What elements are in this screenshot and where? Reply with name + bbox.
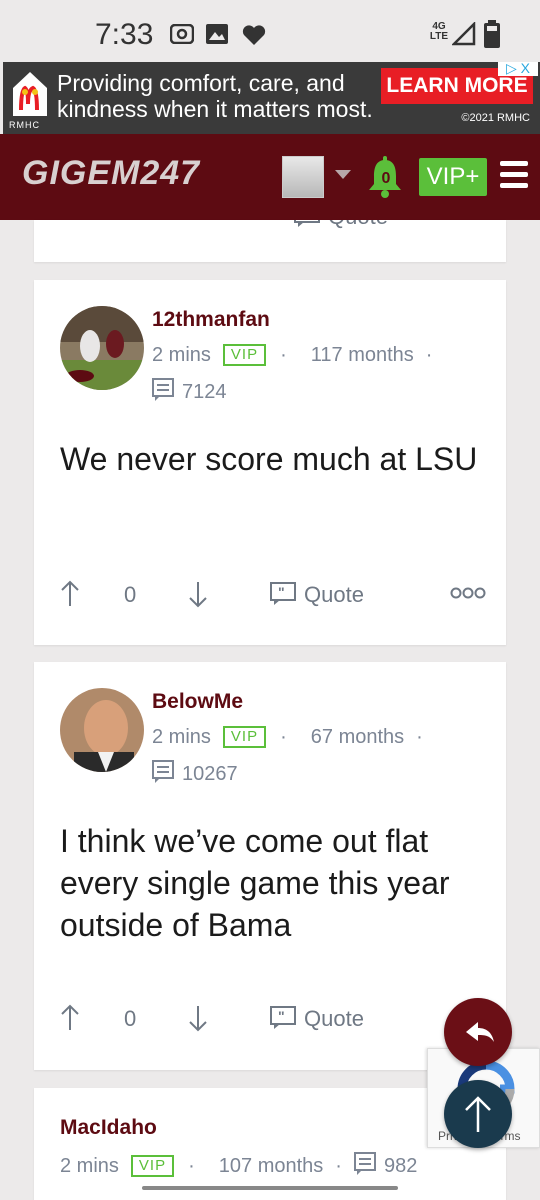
image-icon <box>206 24 228 44</box>
upvote-icon[interactable] <box>60 1004 80 1032</box>
username[interactable]: 12thmanfan <box>152 308 270 332</box>
heart-icon <box>242 25 266 45</box>
upvote-icon[interactable] <box>60 580 80 608</box>
signal-icon <box>452 22 476 46</box>
quote-button[interactable]: Quote <box>294 220 388 230</box>
battery-icon <box>484 20 500 48</box>
rmhc-logo <box>13 72 47 116</box>
member-tenure: 67 months <box>310 726 405 748</box>
post-count: 982 <box>383 1155 418 1177</box>
username[interactable]: MacIdaho <box>60 1116 157 1140</box>
advertisement-banner[interactable]: RMHC Providing comfort, care, and kindne… <box>3 60 540 134</box>
scroll-to-top-button[interactable] <box>444 1080 512 1148</box>
vip-badge: VIP <box>130 1155 175 1177</box>
username[interactable]: BelowMe <box>152 690 243 714</box>
quote-icon: " <box>270 1006 296 1029</box>
comment-icon <box>353 1152 376 1175</box>
site-logo[interactable]: GIGEM247 <box>22 154 200 193</box>
post-count: 7124 <box>152 378 227 404</box>
quote-button[interactable]: " Quote <box>270 1006 364 1032</box>
member-tenure: 107 months <box>218 1155 324 1177</box>
svg-text:": " <box>278 584 285 600</box>
arrow-up-icon <box>465 1096 491 1132</box>
vote-count: 0 <box>124 582 137 607</box>
post-body: We never score much at LSU <box>60 441 478 477</box>
status-bar: 7:33 4G LTE <box>0 0 540 62</box>
post-count: 10267 <box>152 760 238 786</box>
quote-icon <box>294 220 320 227</box>
gesture-bar[interactable] <box>142 1186 398 1190</box>
status-time: 7:33 <box>95 18 154 51</box>
post-meta: 2 mins VIP · 107 months · 982 <box>60 1152 417 1178</box>
post-actions: 0 " Quote <box>60 1004 490 1034</box>
downvote-icon[interactable] <box>188 580 208 608</box>
post-card: 12thmanfan 2 mins VIP · 117 months · 7124 We… <box>34 280 506 645</box>
radio-icon <box>170 24 194 44</box>
quote-button[interactable]: " Quote <box>270 582 364 608</box>
ad-text: Providing comfort, care, and kindness wh… <box>57 70 373 122</box>
post-time: 2 mins <box>152 344 211 366</box>
post-body: I think we’ve come out flat every single… <box>60 823 450 943</box>
avatar[interactable] <box>60 688 144 772</box>
user-avatar[interactable] <box>282 156 324 198</box>
vip-badge: VIP <box>222 726 267 748</box>
post-card: BelowMe 2 mins VIP · 67 months · 10267 I thi… <box>34 662 506 1070</box>
post-actions: 0 " Quote <box>60 580 490 610</box>
network-indicator: 4G LTE <box>429 21 449 42</box>
downvote-icon[interactable] <box>188 1004 208 1032</box>
ad-brand: RMHC <box>9 120 40 130</box>
ad-copyright: ©2021 RMHC <box>461 112 530 124</box>
more-options-icon[interactable] <box>450 586 486 600</box>
site-header: GIGEM247 0 VIP+ <box>0 134 540 220</box>
post-meta: 2 mins VIP · 117 months · <box>152 344 433 366</box>
reply-button[interactable] <box>444 998 512 1066</box>
adchoices-icon[interactable]: ▷ X <box>498 60 538 76</box>
hamburger-menu-icon[interactable] <box>500 161 528 191</box>
avatar[interactable] <box>60 306 144 390</box>
post-time: 2 mins <box>152 726 211 748</box>
vote-count: 0 <box>124 1006 137 1031</box>
post-time: 2 mins <box>60 1155 119 1177</box>
svg-text:": " <box>278 1008 285 1024</box>
vip-plus-button[interactable]: VIP+ <box>419 158 487 196</box>
quote-icon: " <box>270 582 296 605</box>
post-meta: 2 mins VIP · 67 months · <box>152 726 423 748</box>
member-tenure: 117 months <box>310 344 414 366</box>
reply-icon <box>466 1022 494 1042</box>
post-card-previous: Quote <box>34 220 506 262</box>
comment-icon <box>152 760 174 783</box>
comment-icon <box>152 378 174 401</box>
vip-badge: VIP <box>222 344 267 366</box>
chevron-down-icon[interactable] <box>335 170 351 179</box>
notification-count: 0 <box>381 170 391 187</box>
